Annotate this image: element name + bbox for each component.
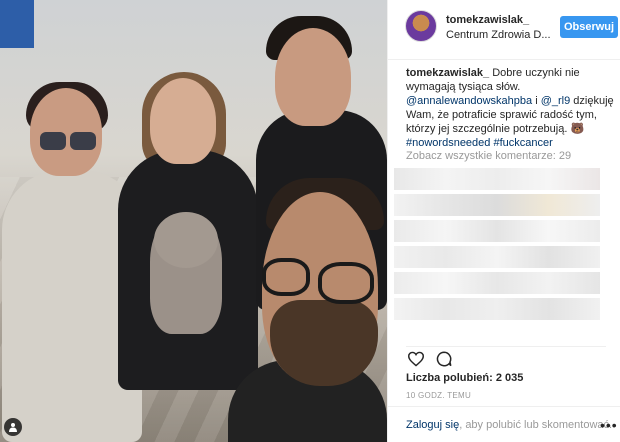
more-options-icon[interactable]: ••• xyxy=(600,417,618,433)
avatar[interactable] xyxy=(405,10,437,42)
post-photo[interactable] xyxy=(0,0,387,442)
follow-button[interactable]: Obserwuj xyxy=(560,16,618,38)
likes-count[interactable]: Liczba polubień: 2 035 xyxy=(406,372,523,384)
login-prompt: Zaloguj się, aby polubić lub skomentować… xyxy=(406,419,612,431)
blue-bin xyxy=(0,0,34,48)
post-actions xyxy=(406,346,606,368)
post-sidebar: tomekzawislak_ Centrum Zdrowia D... Obse… xyxy=(387,0,620,442)
comment-icon[interactable] xyxy=(434,349,454,369)
view-all-comments-link[interactable]: Zobacz wszystkie komentarze: 29 xyxy=(406,150,571,162)
person-face xyxy=(275,28,351,126)
location[interactable]: Centrum Zdrowia D... xyxy=(446,29,551,41)
sunglasses-lens xyxy=(70,132,96,150)
sunglasses-lens xyxy=(40,132,66,150)
post-header: tomekzawislak_ Centrum Zdrowia D... Obse… xyxy=(388,0,620,60)
username[interactable]: tomekzawislak_ xyxy=(446,14,529,26)
glasses-lens xyxy=(318,262,374,304)
caption-username[interactable]: tomekzawislak_ xyxy=(406,67,489,79)
heart-icon-glyph xyxy=(407,351,425,367)
comment-icon-glyph xyxy=(436,351,452,367)
hashtag-link[interactable]: #nowordsneeded xyxy=(406,137,490,149)
login-link[interactable]: Zaloguj się xyxy=(406,419,459,431)
bear-emoji: 🐻 xyxy=(570,123,585,135)
glasses-lens xyxy=(262,258,310,296)
person-face xyxy=(150,78,216,164)
caption: tomekzawislak_ Dobre uczynki nie wymagaj… xyxy=(406,66,614,150)
login-prompt-text: , aby polubić lub skomentować. xyxy=(459,419,613,431)
mention-link[interactable]: @_rl9 xyxy=(541,95,571,107)
user-icon[interactable] xyxy=(4,418,22,436)
comments-list-blurred xyxy=(394,168,604,340)
post-timestamp[interactable]: 10 GODZ. TEMU xyxy=(406,391,471,400)
post-footer: Zaloguj się, aby polubić lub skomentować… xyxy=(388,406,620,442)
user-icon-glyph xyxy=(9,423,17,432)
caption-text: i xyxy=(532,95,541,107)
mention-link[interactable]: @annalewandowskahpba xyxy=(406,95,532,107)
teddy-bear-head xyxy=(154,212,218,268)
heart-icon[interactable] xyxy=(406,349,426,369)
hashtag-link[interactable]: #fuckcancer xyxy=(493,137,552,149)
